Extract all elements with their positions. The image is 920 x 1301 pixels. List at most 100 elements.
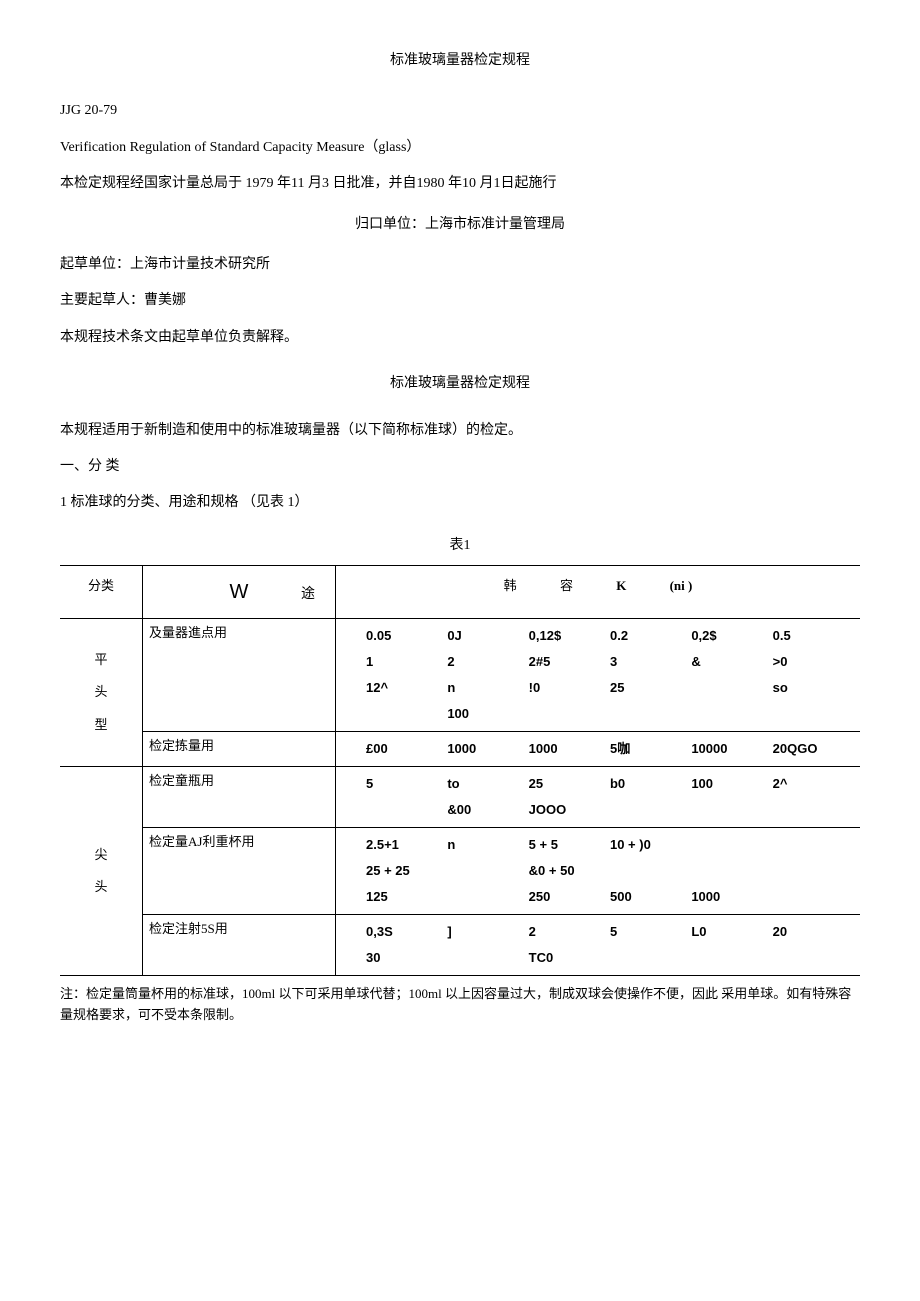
value-cell: 25: [529, 771, 610, 797]
value-row: 0.050J0,12$0.20,2$0.5: [366, 623, 854, 649]
value-cell: n: [447, 675, 528, 701]
value-cell: 0.2: [610, 623, 691, 649]
value-cell: 250: [529, 884, 610, 910]
value-cell: 10000: [691, 736, 772, 762]
value-cell: 10 + )0: [610, 832, 691, 858]
value-row: 122#53&>0: [366, 649, 854, 675]
explain-text: 本规程技术条文由起草单位负责解释。: [60, 327, 860, 349]
table-caption: 表1: [60, 535, 860, 557]
value-cell: [610, 945, 691, 971]
use-cell: 检定量AJ利重杯用: [143, 828, 336, 915]
col-header-use-sub: 途: [301, 584, 315, 606]
value-cell: 0.05: [366, 623, 447, 649]
value-cell: so: [773, 675, 854, 701]
value-cell: TC0: [529, 945, 610, 971]
value-cell: 25 + 25: [366, 858, 447, 884]
value-cell: &00: [447, 797, 528, 823]
value-cell: 100: [447, 701, 528, 727]
value-row: 25 + 25&0 + 50: [366, 858, 854, 884]
value-cell: &0 + 50: [529, 858, 610, 884]
value-cell: 25: [610, 675, 691, 701]
value-cell: 2.5+1: [366, 832, 447, 858]
value-cell: 30: [366, 945, 447, 971]
value-cell: !0: [529, 675, 610, 701]
value-cell: 500: [610, 884, 691, 910]
value-cell: [773, 701, 854, 727]
value-cell: [691, 832, 772, 858]
section1-heading: 一、分 类: [60, 456, 860, 478]
value-cell: 3: [610, 649, 691, 675]
value-row: 5to25b01002^: [366, 771, 854, 797]
value-cell: [447, 858, 528, 884]
value-cell: to: [447, 771, 528, 797]
col-header-category: 分类: [60, 566, 143, 619]
category-char: 头: [66, 871, 136, 904]
value-cell: 2: [529, 919, 610, 945]
value-cell: 2#5: [529, 649, 610, 675]
doc-code: JJG 20-79: [60, 100, 860, 122]
value-cell: 0,3S: [366, 919, 447, 945]
use-cell: 检定童瓶用: [143, 767, 336, 828]
header-k: K: [616, 576, 626, 597]
value-cell: [366, 797, 447, 823]
value-cell: [773, 832, 854, 858]
value-cell: [610, 797, 691, 823]
value-row: 0,3S]25L020: [366, 919, 854, 945]
approval-text: 本检定规程经国家计量总局于 1979 年11 月3 日批准，并自1980 年10…: [60, 173, 860, 195]
value-cell: 100: [691, 771, 772, 797]
value-cell: [773, 797, 854, 823]
value-cell: 20QGO: [773, 736, 854, 762]
value-cell: [691, 675, 772, 701]
value-cell: 2^: [773, 771, 854, 797]
value-cell: [691, 701, 772, 727]
value-cell: 5: [610, 919, 691, 945]
value-cell: 12^: [366, 675, 447, 701]
value-cell: [610, 858, 691, 884]
header-ni: (ni ): [670, 576, 693, 597]
category-text: 尖头: [66, 839, 136, 904]
table-note: 注：检定量筒量杯用的标准球，100ml 以下可采用单球代替；100ml 以上因容…: [60, 984, 860, 1026]
value-cell: [773, 884, 854, 910]
category-cell: 尖头: [60, 767, 143, 976]
value-cell: [529, 701, 610, 727]
col-header-use-big: W: [230, 581, 249, 603]
section-title: 标准玻璃量器检定规程: [60, 373, 860, 395]
classification-table: 分类 W 途 韩 容 K (ni ) 平头型及量器進点用0.050J0,12$0…: [60, 565, 860, 976]
value-cell: 2: [447, 649, 528, 675]
category-char: 尖: [66, 839, 136, 872]
category-text: 平头型: [66, 644, 136, 742]
value-cell: [610, 701, 691, 727]
value-cell: [691, 858, 772, 884]
value-cell: 1000: [529, 736, 610, 762]
value-cell: 5: [366, 771, 447, 797]
value-row: 100: [366, 701, 854, 727]
value-cell: JOOO: [529, 797, 610, 823]
value-cell: £00: [366, 736, 447, 762]
value-cell: 5咖: [610, 736, 691, 762]
value-row: 2.5+1n5 + 510 + )0: [366, 832, 854, 858]
category-char: 头: [66, 676, 136, 709]
value-cell: n: [447, 832, 528, 858]
col-header-use: W 途: [143, 566, 336, 619]
values-cell: 0,3S]25L02030 TC0: [336, 915, 861, 976]
value-cell: b0: [610, 771, 691, 797]
value-row: 1252505001000: [366, 884, 854, 910]
value-row: &00JOOO: [366, 797, 854, 823]
value-cell: 125: [366, 884, 447, 910]
scope-text: 本规程适用于新制造和使用中的标准玻璃量器（以下简称标准球）的检定。: [60, 420, 860, 442]
header-han: 韩: [504, 576, 517, 597]
value-row: £00100010005咖1000020QGO: [366, 736, 854, 762]
value-cell: [691, 797, 772, 823]
value-cell: [366, 701, 447, 727]
value-cell: [447, 945, 528, 971]
value-row: 12^n!025 so: [366, 675, 854, 701]
value-cell: 20: [773, 919, 854, 945]
header-rong: 容: [560, 576, 573, 597]
value-cell: 0J: [447, 623, 528, 649]
value-cell: ]: [447, 919, 528, 945]
category-char: 平: [66, 644, 136, 677]
col-header-values: 韩 容 K (ni ): [336, 566, 861, 619]
value-cell: [447, 884, 528, 910]
value-cell: [773, 945, 854, 971]
value-cell: &: [691, 649, 772, 675]
